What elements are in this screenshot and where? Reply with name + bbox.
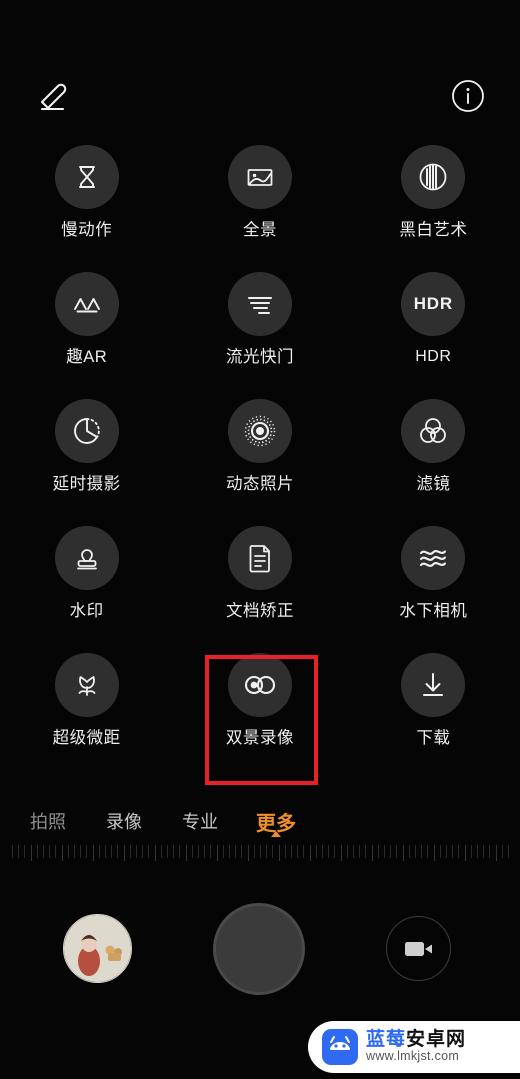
ar-icon [73,298,100,313]
mode-item-live-photo[interactable]: 动态照片 [173,399,346,526]
light-painting-icon [247,297,272,314]
mode-icon-bubble [227,399,292,463]
mode-row: 慢动作 全景 黑白艺术 [0,145,520,272]
mode-item-filter[interactable]: 滤镜 [347,399,520,526]
tab-pro[interactable]: 专业 [162,808,238,834]
mode-label: HDR [415,348,452,365]
mode-row: 超级微距 双景录像 下载 [0,653,520,780]
mode-icon-bubble [401,145,466,209]
dual-view-video-icon [244,675,276,695]
mode-icon-bubble [54,145,119,209]
info-circle-icon [452,80,484,112]
watermark-url: www.lmkjst.com [366,1049,460,1064]
mode-item-ar[interactable]: 趣AR [0,272,173,399]
mode-label: 文档矫正 [225,602,294,620]
mode-row: 水印 文档矫正 水下相机 [0,526,520,653]
mode-label: 延时摄影 [52,475,121,493]
tab-label: 拍照 [30,812,66,832]
mode-item-super-macro[interactable]: 超级微距 [0,653,173,780]
mode-icon-bubble [401,653,466,717]
stamp-watermark-icon [76,549,97,570]
edit-modes-button[interactable] [30,74,76,120]
android-mascot-icon [322,1029,358,1065]
filter-rings-icon [420,418,447,443]
hourglass-icon [78,166,95,188]
mode-item-document-correction[interactable]: 文档矫正 [173,526,346,653]
mode-label: 趣AR [66,348,108,366]
mode-label: 动态照片 [225,475,294,493]
camera-more-modes-screen: 慢动作 全景 黑白艺术 趣AR 流光快门 HDR HDR 延时摄影 动态照片 滤… [0,0,520,1079]
mode-label: 流光快门 [225,348,294,366]
mode-icon-bubble [227,145,292,209]
mode-icon-bubble [54,399,119,463]
tab-video[interactable]: 录像 [86,808,162,834]
mode-item-download[interactable]: 下载 [347,653,520,780]
mode-label: 双景录像 [225,729,294,747]
site-watermark: 蓝莓安卓网 www.lmkjst.com [308,1021,520,1073]
time-lapse-icon [73,418,100,444]
mode-grid: 慢动作 全景 黑白艺术 趣AR 流光快门 HDR HDR 延时摄影 动态照片 滤… [0,145,520,780]
black-white-art-icon [419,163,447,191]
shutter-button[interactable] [213,903,305,995]
macro-flower-icon [78,676,96,696]
underwater-waves-icon [420,550,447,567]
tab-photo[interactable]: 拍照 [10,808,86,834]
top-bar [0,36,520,112]
mode-item-underwater-camera[interactable]: 水下相机 [347,526,520,653]
pencil-edit-icon [40,83,67,111]
mode-tab-bar: 拍照 录像 专业 更多 [0,803,520,839]
video-mode-toggle-button[interactable] [386,916,451,981]
mode-icon-bubble [401,526,466,590]
mode-label: 黑白艺术 [399,221,468,239]
mode-item-black-white-art[interactable]: 黑白艺术 [347,145,520,272]
mode-label: 水印 [69,602,104,620]
mode-row: 延时摄影 动态照片 滤镜 [0,399,520,526]
mode-icon-bubble [227,653,292,717]
mode-icon-bubble: HDR [401,272,466,336]
watermark-brand-blue: 蓝莓 [366,1028,407,1050]
mode-item-time-lapse[interactable]: 延时摄影 [0,399,173,526]
download-arrow-icon [423,673,444,696]
active-tab-indicator [271,830,281,837]
mode-item-panorama[interactable]: 全景 [173,145,346,272]
tab-label: 录像 [106,812,142,832]
mode-label: 水下相机 [399,602,468,620]
mode-icon-bubble [227,272,292,336]
info-button[interactable] [446,74,490,118]
mode-item-dual-view-video[interactable]: 双景录像 [173,653,346,780]
gallery-thumbnail-image [64,915,131,982]
watermark-brand-black: 安卓网 [406,1028,467,1050]
document-correction-icon [249,545,270,573]
mode-item-watermark[interactable]: 水印 [0,526,173,653]
mode-icon-bubble [54,272,119,336]
camcorder-icon [404,941,432,956]
mode-row: 趣AR 流光快门 HDR HDR [0,272,520,399]
watermark-brand: 蓝莓安卓网 [366,1028,467,1050]
mode-item-slow-motion[interactable]: 慢动作 [0,145,173,272]
mode-item-light-painting[interactable]: 流光快门 [173,272,346,399]
mode-label: 滤镜 [416,475,451,493]
zoom-ruler-strip[interactable] [0,843,520,863]
mode-icon-bubble [227,526,292,590]
mode-item-hdr[interactable]: HDR HDR [347,272,520,399]
mode-icon-bubble [54,653,119,717]
mode-label: 慢动作 [61,221,113,239]
hdr-icon: HDR [413,294,453,313]
tab-label: 专业 [182,812,218,832]
live-photo-icon [244,415,276,447]
mode-icon-bubble [54,526,119,590]
mode-label: 超级微距 [52,729,121,747]
tab-more[interactable]: 更多 [238,807,314,837]
mode-label: 下载 [416,729,451,747]
mode-icon-bubble [401,399,466,463]
panorama-icon [247,169,273,186]
mode-label: 全景 [242,221,277,239]
watermark-text: 蓝莓安卓网 www.lmkjst.com [366,1028,467,1065]
gallery-thumbnail[interactable] [63,914,132,983]
